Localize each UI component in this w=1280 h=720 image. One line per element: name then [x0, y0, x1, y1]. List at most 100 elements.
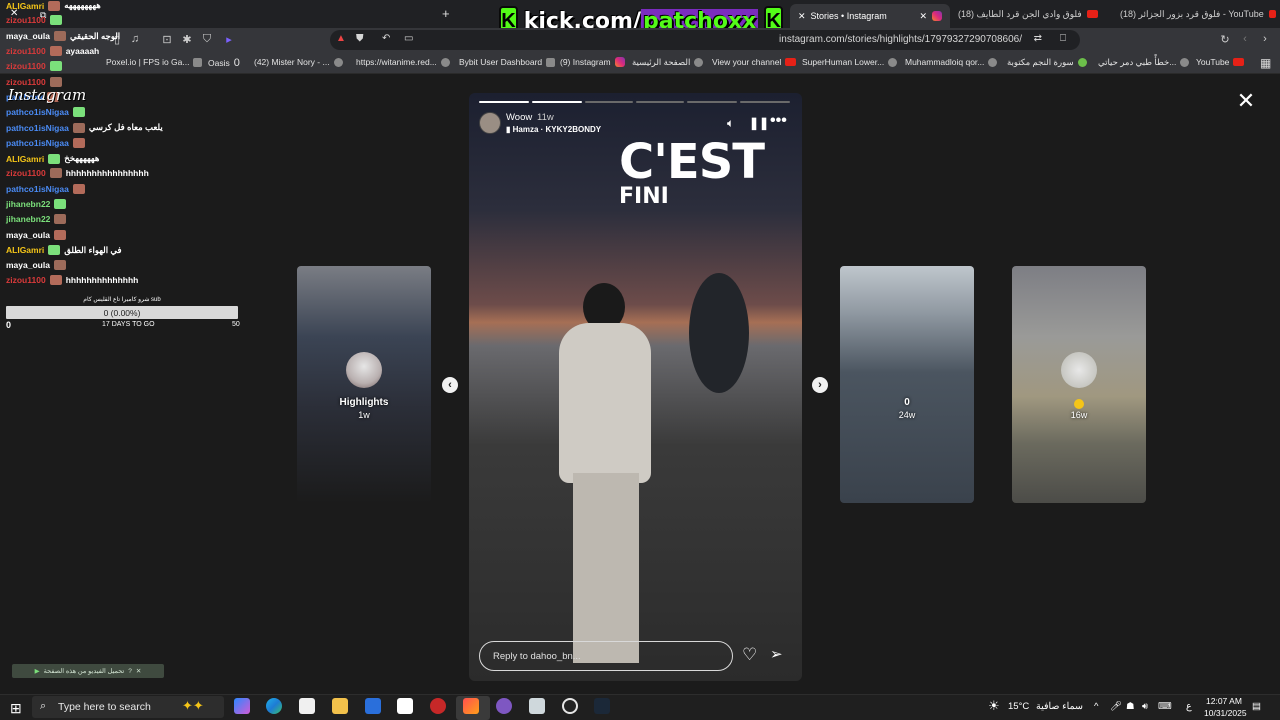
- bookmark-instagram[interactable]: (9) Instagram: [560, 57, 625, 67]
- site-settings-icon[interactable]: ⇄: [1034, 33, 1042, 44]
- new-tab-icon[interactable]: +: [442, 6, 450, 21]
- chat-emote-icon: [48, 245, 61, 256]
- bookmark-witanime[interactable]: https://witanime.red...: [356, 57, 450, 67]
- tab-youtube-2[interactable]: (18) فلوق قرد بزور الجزائر - YouTube: [1120, 4, 1276, 24]
- windows-start-icon[interactable]: ⊞: [10, 700, 22, 717]
- chat-emote-icon: [54, 214, 67, 225]
- story-avatar: [1061, 352, 1097, 388]
- discord-icon[interactable]: [496, 698, 512, 714]
- bookmark-home[interactable]: الصفحة الرئيسية: [632, 57, 704, 68]
- download-video-label: تحميل الفيديو من هذه الصفحة: [43, 668, 125, 675]
- close-icon[interactable]: ✕: [1236, 90, 1256, 112]
- reload-icon[interactable]: ↻: [1218, 33, 1232, 46]
- bookmark-medical[interactable]: خطأً طبي دمر حياتي...: [1098, 57, 1190, 68]
- bookmark-favicon: [694, 58, 704, 67]
- chat-emote-icon: [53, 31, 66, 42]
- reply-placeholder: Reply to dahoo_bn...: [493, 651, 581, 662]
- story-username[interactable]: Woow: [506, 112, 532, 123]
- tab-stories-instagram[interactable]: ✕ Stories • Instagram ✕: [790, 4, 950, 28]
- keyboard-icon[interactable]: ⌨: [1158, 701, 1172, 712]
- side-story-left[interactable]: Highlights 1w: [297, 266, 431, 503]
- edge-icon[interactable]: [266, 698, 282, 714]
- obs-icon[interactable]: [562, 698, 578, 714]
- more-options-icon[interactable]: •••: [770, 112, 787, 130]
- volume-icon[interactable]: 🔈︎: [727, 116, 734, 131]
- bookmark-surah[interactable]: سورة النجم مكتوبة: [1007, 57, 1087, 68]
- taskbar-search[interactable]: ⌕ Type here to search ✦✦: [32, 696, 224, 718]
- side-story-right-1[interactable]: 0 24w: [840, 266, 974, 503]
- close-icon[interactable]: ✕: [919, 11, 927, 22]
- bookmark-superhuman[interactable]: SuperHuman Lower...: [802, 57, 898, 67]
- chat-message: zizou1100 hhhhhhhhhhhhhhhh: [6, 168, 149, 179]
- bookmark-view-channel[interactable]: View your channel: [712, 57, 797, 67]
- forward-icon[interactable]: ›: [1258, 33, 1272, 45]
- microphone-icon[interactable]: 🎤︎: [1110, 701, 1122, 712]
- screen-icon[interactable]: ▭: [404, 33, 413, 44]
- story-progress-5: [687, 101, 737, 103]
- weather-icon[interactable]: ☀: [988, 698, 1000, 714]
- close-icon[interactable]: ✕: [798, 11, 806, 22]
- network-icon[interactable]: ☗: [1126, 701, 1135, 712]
- chevron-up-icon[interactable]: ^: [1094, 701, 1098, 712]
- file-explorer-icon[interactable]: [332, 698, 348, 714]
- chat-username: ALIGamri: [6, 245, 45, 256]
- like-heart-icon[interactable]: ♡: [742, 645, 757, 665]
- goal-value: 0 (0.00%): [103, 308, 141, 318]
- pause-icon[interactable]: ❚❚: [749, 116, 769, 130]
- story-music-label: Hamza · KYKY2BONDY: [512, 125, 602, 134]
- undo-icon[interactable]: ↶: [382, 33, 390, 44]
- share-send-icon[interactable]: ➢: [770, 645, 783, 663]
- chat-message: zizou1100 ayaaaah: [6, 45, 99, 56]
- chat-username: pathco1isNigaa: [6, 183, 69, 194]
- story-figure-legs: [573, 473, 639, 663]
- volume-icon[interactable]: 🔊︎: [1142, 701, 1148, 712]
- language-indicator[interactable]: ع: [1186, 701, 1192, 712]
- bookmark-favicon: [988, 57, 998, 67]
- weather-temp[interactable]: 15°C: [1008, 701, 1029, 712]
- youtube-icon: [785, 58, 797, 66]
- app-icon[interactable]: [529, 698, 545, 714]
- tab-youtube-1[interactable]: (18) فلوق وادي الجن قرد الطايف: [958, 4, 1108, 24]
- url-text[interactable]: instagram.com/stories/highlights/1797932…: [779, 34, 1022, 45]
- capcut-icon[interactable]: [397, 698, 413, 714]
- clock-time[interactable]: 12:07 AM: [1206, 696, 1242, 706]
- next-story-button[interactable]: ›: [812, 377, 828, 393]
- side-story-right-2[interactable]: 16w: [1012, 266, 1146, 503]
- previous-story-button[interactable]: ‹: [442, 377, 458, 393]
- shield-icon[interactable]: ⛊: [356, 33, 364, 44]
- steam-icon[interactable]: [594, 698, 610, 714]
- youtube-icon: [1268, 10, 1276, 18]
- clock-date[interactable]: 10/31/2025: [1204, 708, 1247, 718]
- story-music[interactable]: ▮ Hamza · KYKY2BONDY: [506, 125, 601, 134]
- chat-message: pathco1isNigaa: [6, 137, 89, 148]
- store-icon[interactable]: [299, 698, 315, 714]
- mail-icon[interactable]: [365, 698, 381, 714]
- avatar[interactable]: [479, 112, 501, 134]
- chat-username: zizou1100: [6, 45, 46, 56]
- chat-username: zizou1100: [6, 168, 46, 179]
- sparkle-icon: ✦✦: [182, 698, 204, 713]
- tab-label: (18) فلوق وادي الجن قرد الطايف: [958, 8, 1082, 19]
- copilot-icon[interactable]: [234, 698, 250, 714]
- reply-input[interactable]: Reply to dahoo_bn...: [479, 641, 733, 671]
- notification-icon[interactable]: ▤: [1252, 701, 1261, 712]
- help-icon[interactable]: ?: [128, 668, 132, 675]
- bookmark-muhammadloiq[interactable]: Muhammadloiq qor...: [905, 57, 998, 67]
- brave-icon[interactable]: [463, 698, 479, 714]
- address-bar[interactable]: ▲ ⛊ ↶ ▭ instagram.com/stories/highlights…: [330, 30, 1080, 50]
- bookmark-favicon: [440, 57, 450, 67]
- bookmark-icon[interactable]: ⎕: [1060, 33, 1066, 44]
- back-icon[interactable]: ‹: [1238, 33, 1252, 45]
- bookmark-youtube[interactable]: YouTube: [1196, 57, 1245, 67]
- weather-text[interactable]: سماء صافية: [1036, 701, 1083, 712]
- all-bookmarks-icon[interactable]: ▦: [1260, 56, 1271, 70]
- bookmark-mister-nory[interactable]: (42) Mister Nory - ...: [254, 57, 343, 67]
- stream-chat-overlay: ✕ ⧉ ALIGamri ههههههههه zizou1100 maya_oula ا…: [0, 0, 250, 300]
- record-app-icon[interactable]: [430, 698, 446, 714]
- close-icon[interactable]: ✕: [136, 667, 141, 675]
- download-video-bar[interactable]: ▶ تحميل الفيديو من هذه الصفحة ? ✕: [12, 664, 164, 678]
- chat-text: hhhhhhhhhhhhhh: [65, 275, 139, 286]
- bookmark-label: Bybit User Dashboard: [459, 57, 543, 67]
- bookmark-bybit[interactable]: Bybit User Dashboard: [459, 57, 556, 67]
- bookmark-label: Muhammadloiq qor...: [905, 57, 985, 67]
